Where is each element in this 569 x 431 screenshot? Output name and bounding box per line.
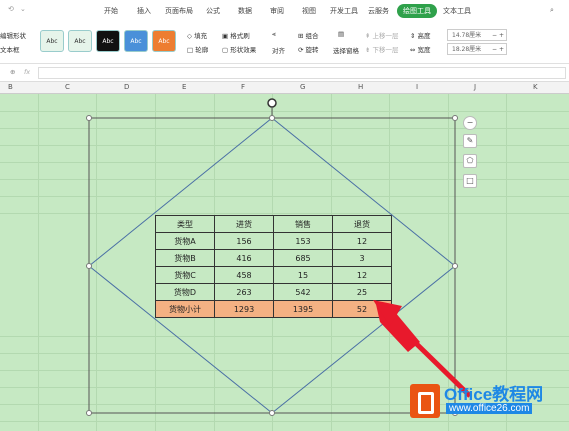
collapse-icon[interactable]: − bbox=[463, 116, 477, 130]
resize-handle[interactable] bbox=[86, 115, 92, 121]
outline-icon[interactable]: □ bbox=[463, 174, 477, 188]
resize-handle[interactable] bbox=[86, 263, 92, 269]
shape-fill-icon[interactable]: ⬠ bbox=[463, 154, 477, 168]
office-logo-icon bbox=[410, 384, 440, 418]
rotate-handle-icon[interactable] bbox=[267, 98, 277, 108]
selection-box[interactable] bbox=[88, 117, 456, 414]
resize-handle[interactable] bbox=[269, 115, 275, 121]
resize-handle[interactable] bbox=[86, 410, 92, 416]
pen-icon[interactable]: ✎ bbox=[463, 134, 477, 148]
resize-handle[interactable] bbox=[269, 410, 275, 416]
resize-handle[interactable] bbox=[452, 115, 458, 121]
diamond-shape-layer bbox=[88, 98, 472, 414]
watermark-url: www.office26.com bbox=[446, 403, 533, 414]
diamond-shape[interactable] bbox=[88, 117, 456, 414]
watermark-brand: Office教程网 bbox=[444, 385, 544, 404]
resize-handle[interactable] bbox=[452, 263, 458, 269]
